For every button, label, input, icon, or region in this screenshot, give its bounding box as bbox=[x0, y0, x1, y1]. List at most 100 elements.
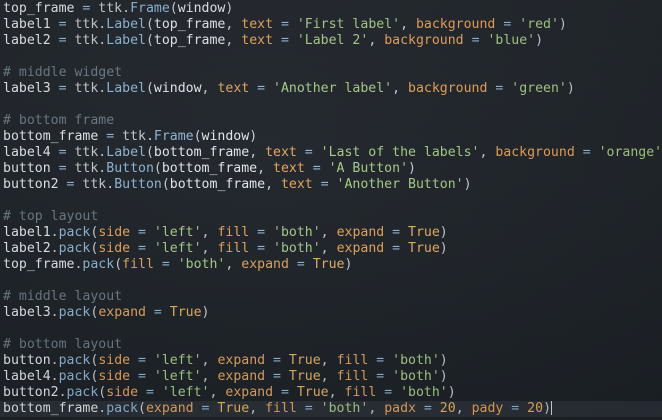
code-token: side bbox=[98, 225, 131, 240]
code-token: ) bbox=[463, 177, 472, 192]
code-token: , bbox=[201, 225, 218, 240]
code-token: pack bbox=[58, 353, 91, 368]
code-token: 'First label' bbox=[296, 17, 401, 32]
code-token: = bbox=[288, 257, 313, 272]
code-token: ) bbox=[439, 225, 448, 240]
blank-line[interactable] bbox=[3, 273, 662, 289]
code-token: pack bbox=[58, 225, 91, 240]
code-line[interactable]: label4 = ttk.Label(bottom_frame, text = … bbox=[3, 145, 662, 161]
code-line[interactable]: label3.pack(expand = True) bbox=[3, 305, 662, 321]
code-token: ttk bbox=[98, 1, 123, 16]
code-token: ttk bbox=[82, 177, 107, 192]
code-token: 20 bbox=[527, 401, 544, 416]
code-token: 'blue' bbox=[487, 33, 536, 48]
code-token: top_frame bbox=[3, 1, 75, 16]
code-token: , bbox=[328, 385, 345, 400]
code-token: ( bbox=[145, 17, 154, 32]
code-token: ttk bbox=[74, 17, 99, 32]
code-line[interactable]: label1.pack(side = 'left', fill = 'both'… bbox=[3, 225, 662, 241]
comment-line[interactable]: # top layout bbox=[3, 209, 662, 225]
code-token: button2 bbox=[3, 177, 59, 192]
code-token: 'both' bbox=[177, 257, 226, 272]
code-token: ) bbox=[447, 385, 456, 400]
blank-line[interactable] bbox=[3, 97, 662, 113]
code-token: 'Last of the labels' bbox=[320, 145, 480, 160]
code-token: , bbox=[455, 401, 472, 416]
code-token: , bbox=[201, 241, 218, 256]
code-token: expand bbox=[217, 353, 266, 368]
code-token: ( bbox=[153, 161, 162, 176]
blank-line[interactable] bbox=[3, 49, 662, 65]
code-token: = bbox=[58, 177, 83, 192]
code-token: 'red' bbox=[519, 17, 559, 32]
code-token: , bbox=[400, 17, 416, 32]
code-token: 'left' bbox=[153, 241, 202, 256]
code-token: = bbox=[487, 81, 512, 96]
code-token: = bbox=[273, 33, 297, 48]
code-token: padx bbox=[384, 401, 416, 416]
code-token: fill bbox=[336, 369, 369, 384]
code-token: . bbox=[145, 129, 154, 144]
code-token: True bbox=[408, 225, 440, 240]
code-token: fill bbox=[265, 401, 297, 416]
code-line[interactable]: button2.pack(side = 'left', expand = Tru… bbox=[3, 385, 662, 401]
code-token: Label bbox=[106, 145, 146, 160]
code-line[interactable]: label3 = ttk.Label(window, text = 'Anoth… bbox=[3, 81, 662, 97]
code-token: ( bbox=[145, 33, 154, 48]
code-line[interactable]: label1 = ttk.Label(top_frame, text = 'Fi… bbox=[3, 17, 662, 33]
code-line[interactable]: bottom_frame = ttk.Frame(window) bbox=[3, 129, 662, 145]
code-token: bottom_frame bbox=[3, 401, 99, 416]
code-token: fill bbox=[122, 257, 154, 272]
code-token: Button bbox=[114, 177, 162, 192]
code-token: True bbox=[288, 353, 321, 368]
code-token: True bbox=[288, 369, 321, 384]
code-line[interactable]: label2.pack(side = 'left', fill = 'both'… bbox=[3, 241, 662, 257]
code-token: = bbox=[74, 1, 99, 16]
code-line[interactable]: label2 = ttk.Label(top_frame, text = 'La… bbox=[3, 33, 662, 49]
code-token: = bbox=[50, 17, 75, 32]
code-token: # middle widget bbox=[3, 65, 123, 80]
code-token: 'Label 2' bbox=[296, 33, 369, 48]
code-token: = bbox=[130, 225, 154, 240]
code-token: , bbox=[225, 257, 242, 272]
code-line[interactable]: label4.pack(side = 'left', expand = True… bbox=[3, 369, 662, 385]
code-token: . bbox=[50, 225, 59, 240]
code-line[interactable]: top_frame.pack(fill = 'both', expand = T… bbox=[3, 257, 662, 273]
code-token: top_frame bbox=[153, 33, 226, 48]
comment-line[interactable]: # middle widget bbox=[3, 65, 662, 81]
code-token: ( bbox=[114, 257, 123, 272]
code-token: ttk bbox=[74, 81, 99, 96]
code-line[interactable]: bottom_frame.pack(expand = True, fill = … bbox=[0, 401, 662, 417]
code-token: text bbox=[217, 81, 250, 96]
code-token: 'orange' bbox=[598, 145, 662, 160]
blank-line[interactable] bbox=[3, 321, 662, 337]
comment-line[interactable]: # bottom layout bbox=[3, 337, 662, 353]
code-token: bottom_frame bbox=[3, 129, 99, 144]
comment-line[interactable]: # middle layout bbox=[3, 289, 662, 305]
code-token: expand bbox=[241, 257, 289, 272]
code-token: 'both' bbox=[273, 225, 321, 240]
code-token: = bbox=[415, 401, 440, 416]
code-token: True bbox=[408, 241, 440, 256]
code-token: = bbox=[265, 369, 289, 384]
code-line[interactable]: top_frame = ttk.Frame(window) bbox=[3, 1, 662, 17]
code-token: = bbox=[495, 17, 520, 32]
code-line[interactable]: button2 = ttk.Button(bottom_frame, text … bbox=[3, 177, 662, 193]
code-token: 'left' bbox=[153, 369, 202, 384]
code-token: 'Another Button' bbox=[336, 177, 464, 192]
code-token: = bbox=[50, 145, 75, 160]
code-token: = bbox=[138, 385, 162, 400]
code-token: expand bbox=[145, 401, 194, 416]
code-editor[interactable]: top_frame = ttk.Frame(window) label1 = tt… bbox=[0, 0, 662, 420]
code-token: label2 bbox=[3, 241, 51, 256]
code-token: top_frame bbox=[3, 257, 75, 272]
code-token: 'A Button' bbox=[328, 161, 409, 176]
code-line[interactable]: button = ttk.Button(bottom_frame, text =… bbox=[3, 161, 662, 177]
code-token: = bbox=[368, 353, 393, 368]
blank-line[interactable] bbox=[3, 193, 662, 209]
code-lines[interactable]: top_frame = ttk.Frame(window) label1 = tt… bbox=[0, 1, 662, 417]
code-token: ( bbox=[145, 145, 154, 160]
code-token: pack bbox=[58, 305, 91, 320]
code-line[interactable]: button.pack(side = 'left', expand = True… bbox=[3, 353, 662, 369]
comment-line[interactable]: # bottom frame bbox=[3, 113, 662, 129]
